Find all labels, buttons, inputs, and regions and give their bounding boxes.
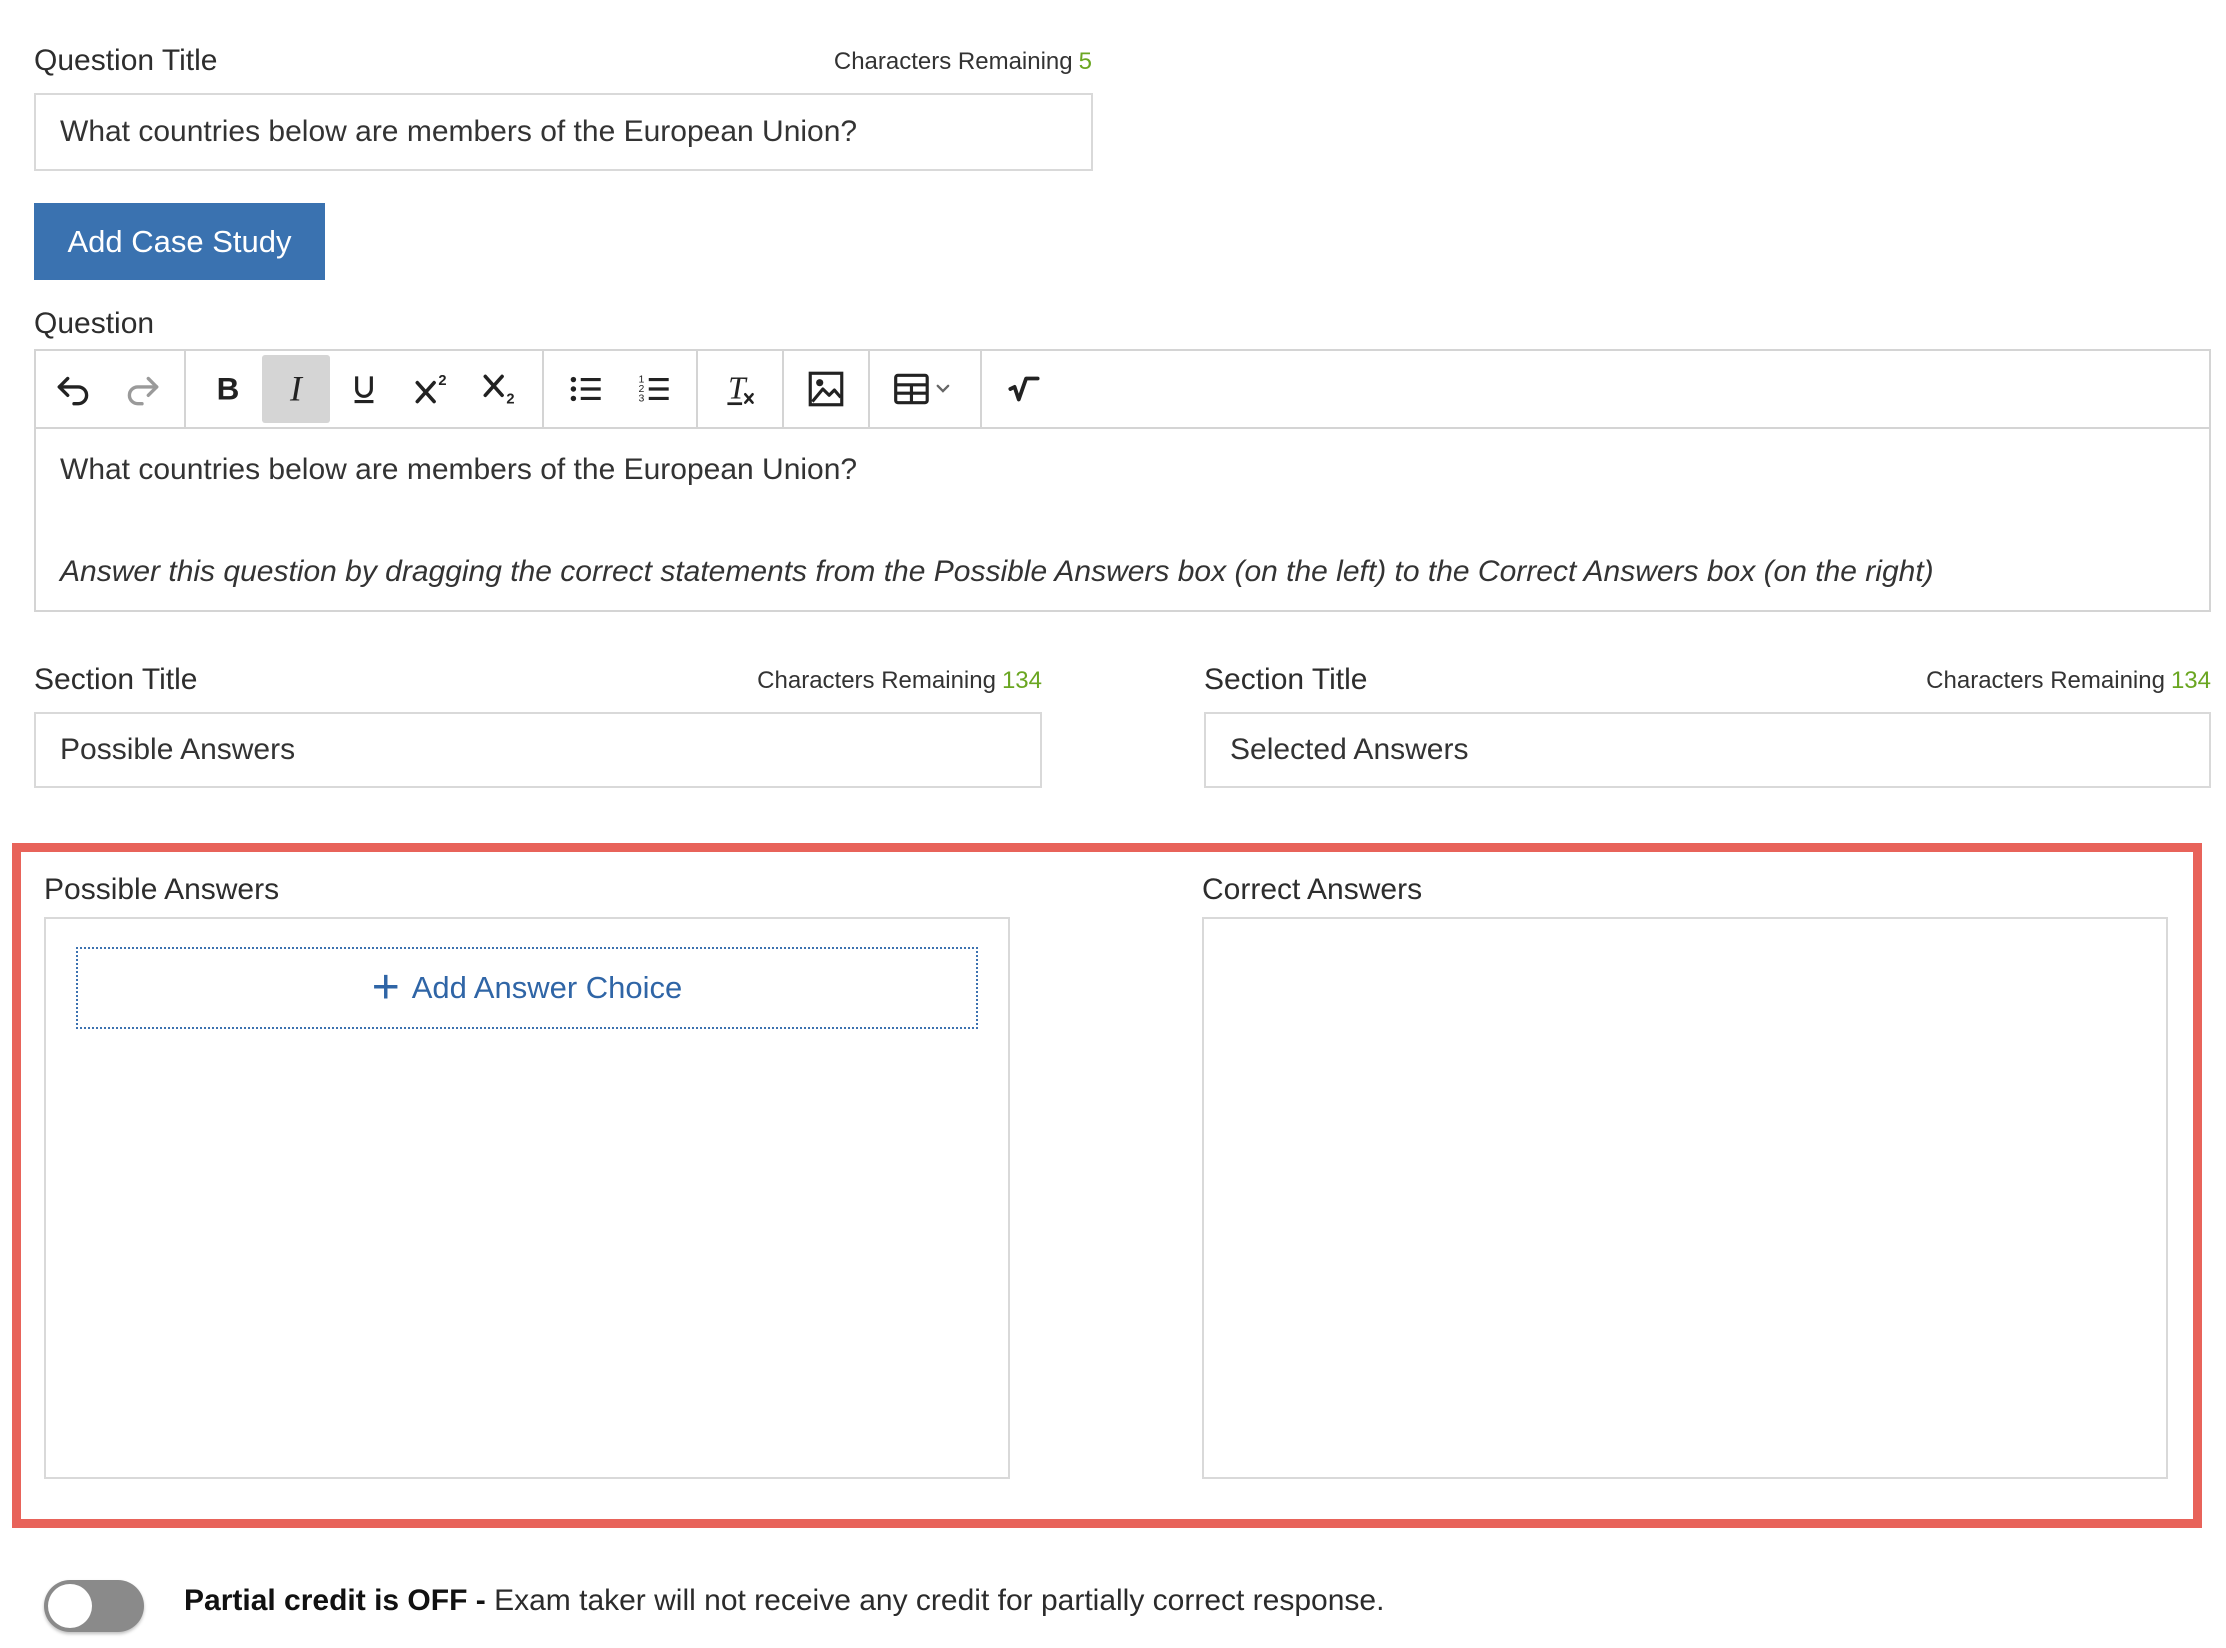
- toggle-knob: [48, 1584, 92, 1628]
- question-text: What countries below are members of the …: [60, 453, 858, 486]
- svg-text:2: 2: [506, 392, 514, 408]
- question-instructions: Answer this question by dragging the cor…: [60, 555, 1934, 588]
- add-answer-choice-label: Add Answer Choice: [411, 970, 683, 1005]
- partial-credit-description: Exam taker will not receive any credit f…: [485, 1584, 1385, 1617]
- section-title-right-value: Selected Answers: [1230, 733, 1469, 766]
- clear-formatting-icon[interactable]: T: [706, 355, 774, 423]
- counter-value: 134: [1001, 667, 1042, 694]
- plus-icon: +: [371, 961, 400, 1014]
- image-icon[interactable]: [792, 355, 860, 423]
- question-title-input[interactable]: What countries below are members of the …: [34, 93, 1093, 171]
- editor-content[interactable]: What countries below are members of the …: [36, 429, 2209, 613]
- svg-text:I: I: [289, 369, 304, 409]
- possible-answers-title: Possible Answers: [44, 873, 280, 906]
- question-title-label: Question Title: [34, 44, 218, 77]
- image-group: [784, 351, 870, 427]
- partial-credit-text: Partial credit is OFF - Exam taker will …: [184, 1584, 1384, 1618]
- svg-text:2: 2: [438, 373, 446, 389]
- counter-value: 5: [1078, 48, 1092, 75]
- question-label: Question: [34, 307, 155, 340]
- partial-credit-status: Partial credit is OFF -: [184, 1584, 486, 1617]
- superscript-icon[interactable]: 2: [398, 355, 466, 423]
- counter-label: Characters Remaining: [757, 667, 996, 694]
- bold-icon[interactable]: B: [194, 355, 262, 423]
- question-title-counter: Characters Remaining 5: [700, 48, 1092, 76]
- correct-answers-title: Correct Answers: [1202, 873, 1423, 906]
- section-title-left-counter: Characters Remaining 134: [640, 667, 1042, 695]
- subscript-icon[interactable]: 2: [466, 355, 534, 423]
- format-group: B I 2 2: [186, 351, 544, 427]
- numbered-list-icon[interactable]: 123: [620, 355, 688, 423]
- svg-text:B: B: [217, 371, 240, 407]
- counter-label: Characters Remaining: [1926, 667, 2165, 694]
- partial-credit-toggle[interactable]: [44, 1580, 144, 1632]
- section-title-right-label: Section Title: [1204, 663, 1368, 696]
- add-answer-choice-button[interactable]: + Add Answer Choice: [76, 947, 978, 1029]
- formula-icon[interactable]: [990, 355, 1058, 423]
- list-group: 123: [544, 351, 698, 427]
- section-title-right-input[interactable]: Selected Answers: [1204, 712, 2211, 788]
- italic-icon[interactable]: I: [262, 355, 330, 423]
- question-title-value: What countries below are members of the …: [60, 115, 858, 148]
- table-icon[interactable]: [878, 355, 968, 423]
- section-title-left-value: Possible Answers: [60, 733, 296, 766]
- redo-icon[interactable]: [108, 355, 176, 423]
- undo-icon[interactable]: [40, 355, 108, 423]
- correct-answers-box[interactable]: [1202, 917, 2168, 1479]
- svg-text:3: 3: [638, 393, 644, 405]
- clear-group: T: [698, 351, 784, 427]
- counter-label: Characters Remaining: [833, 48, 1073, 75]
- section-title-left-label: Section Title: [34, 663, 198, 696]
- section-title-right-counter: Characters Remaining 134: [1800, 667, 2211, 695]
- history-group: [36, 351, 186, 427]
- question-editor[interactable]: B I 2 2 123 T What countries below are m…: [34, 349, 2211, 612]
- bulleted-list-icon[interactable]: [552, 355, 620, 423]
- editor-toolbar: B I 2 2 123 T: [36, 351, 2209, 429]
- underline-icon[interactable]: [330, 355, 398, 423]
- table-group: [870, 351, 982, 427]
- svg-text:T: T: [728, 370, 748, 405]
- add-case-study-button[interactable]: Add Case Study: [34, 203, 325, 280]
- counter-value: 134: [2170, 667, 2211, 694]
- formula-group: [982, 351, 1066, 427]
- section-title-left-input[interactable]: Possible Answers: [34, 712, 1042, 788]
